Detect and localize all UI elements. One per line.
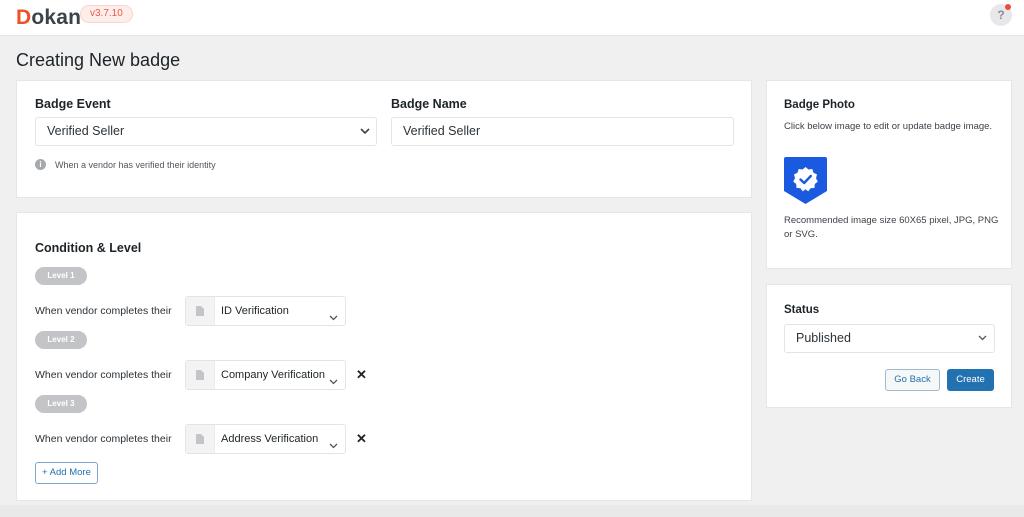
- badge-name-label: Badge Name: [391, 97, 467, 111]
- condition-title: Condition & Level: [35, 241, 142, 255]
- condition-select-1[interactable]: ID Verification: [185, 296, 346, 326]
- condition-row-2: When vendor completes their Company Veri…: [35, 360, 435, 390]
- document-icon: [196, 306, 204, 316]
- badge-photo-recommendation: Recommended image size 60X65 pixel, JPG,…: [784, 215, 999, 240]
- remove-level-2-button[interactable]: ✕: [356, 367, 367, 383]
- condition-text: When vendor completes their: [35, 369, 172, 381]
- chevron-down-icon: [978, 335, 987, 343]
- condition-value: Company Verification: [221, 369, 325, 381]
- go-back-button[interactable]: Go Back: [885, 369, 940, 391]
- condition-value: Address Verification: [221, 433, 319, 445]
- chevron-down-icon: [329, 436, 338, 454]
- badge-photo-description: Click below image to edit or update badg…: [784, 121, 993, 132]
- condition-level-card: Condition & Level Level 1 When vendor co…: [16, 212, 752, 501]
- badge-photo-card: Badge Photo Click below image to edit or…: [766, 80, 1012, 269]
- condition-value: ID Verification: [221, 305, 289, 317]
- level-1-pill: Level 1: [35, 267, 87, 285]
- create-button[interactable]: Create: [947, 369, 994, 391]
- document-icon: [196, 370, 204, 380]
- document-icon: [196, 434, 204, 444]
- condition-row-1: When vendor completes their ID Verificat…: [35, 296, 435, 326]
- chevron-down-icon: [329, 308, 338, 326]
- badge-image[interactable]: [784, 157, 827, 204]
- condition-select-2[interactable]: Company Verification: [185, 360, 346, 390]
- chevron-down-icon: [360, 128, 370, 136]
- level-3-pill: Level 3: [35, 395, 87, 413]
- status-title: Status: [784, 304, 820, 316]
- chevron-down-icon: [329, 372, 338, 390]
- page-title: Creating New badge: [16, 50, 181, 70]
- verified-badge-icon: [784, 157, 827, 204]
- hint-text: When a vendor has verified their identit…: [55, 159, 216, 170]
- add-more-button[interactable]: + Add More: [35, 462, 98, 484]
- status-card: Status Published Go Back Create: [766, 284, 1012, 408]
- condition-row-3: When vendor completes their Address Veri…: [35, 424, 435, 454]
- status-value: Published: [796, 331, 851, 345]
- level-2-pill: Level 2: [35, 331, 87, 349]
- footer-shade: [0, 505, 1024, 517]
- status-select[interactable]: Published: [784, 324, 995, 353]
- top-bar: Dokan v3.7.10 ?: [0, 0, 1024, 36]
- condition-text: When vendor completes their: [35, 305, 172, 317]
- condition-select-3[interactable]: Address Verification: [185, 424, 346, 454]
- condition-text: When vendor completes their: [35, 433, 172, 445]
- notification-dot: [1005, 4, 1011, 10]
- remove-level-3-button[interactable]: ✕: [356, 431, 367, 447]
- version-badge: v3.7.10: [80, 5, 133, 23]
- badge-event-label: Badge Event: [35, 97, 111, 111]
- badge-event-value: Verified Seller: [47, 124, 125, 138]
- badge-event-hint: i When a vendor has verified their ident…: [35, 159, 216, 170]
- info-icon: i: [35, 159, 46, 170]
- badge-event-select[interactable]: Verified Seller: [35, 117, 377, 146]
- badge-event-card: Badge Event Verified Seller i When a ven…: [16, 80, 752, 198]
- badge-name-input[interactable]: Verified Seller: [391, 117, 734, 146]
- dokan-logo: Dokan: [16, 6, 82, 29]
- badge-photo-title: Badge Photo: [784, 99, 855, 111]
